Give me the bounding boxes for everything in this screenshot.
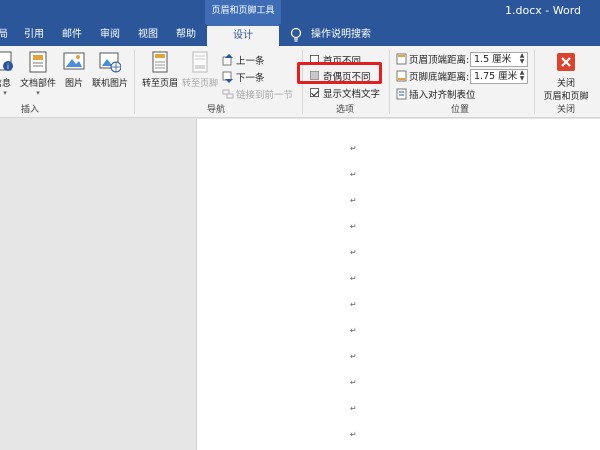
divider xyxy=(534,50,535,114)
header-position-icon xyxy=(396,53,407,65)
paragraph-mark: ↵ xyxy=(350,248,357,257)
footer-from-bottom-row: 页脚底端距离: xyxy=(396,68,469,84)
svg-text:i: i xyxy=(7,63,9,71)
paragraph-mark: ↵ xyxy=(350,404,357,413)
online-picture-icon xyxy=(99,52,121,73)
ribbon-tabs: 局 引用 邮件 审阅 视图 帮助 设计 操作说明搜索 xyxy=(0,24,600,46)
doc-info-icon: i xyxy=(0,51,13,71)
tab-view[interactable]: 视图 xyxy=(138,24,158,46)
tab-design[interactable]: 设计 xyxy=(207,24,279,46)
divider xyxy=(134,50,135,114)
picture-icon xyxy=(63,52,85,70)
tell-me-search[interactable]: 操作说明搜索 xyxy=(311,24,371,46)
next-icon xyxy=(222,71,233,83)
tab-review[interactable]: 审阅 xyxy=(100,24,120,46)
group-label-options: 选项 xyxy=(335,105,354,115)
goto-footer-button[interactable]: 转至页脚 xyxy=(180,50,220,89)
paragraph-mark: ↵ xyxy=(350,144,357,153)
pictures-button[interactable]: 图片 xyxy=(62,50,86,89)
paragraph-mark: ↵ xyxy=(350,326,357,335)
paragraph-mark: ↵ xyxy=(350,300,357,309)
paragraph-mark: ↵ xyxy=(350,196,357,205)
alignment-tab-icon xyxy=(396,88,407,99)
insert-alignment-tab-button[interactable]: 插入对齐制表位 xyxy=(396,86,476,101)
group-label-close: 关闭 xyxy=(556,105,575,115)
paragraph-mark: ↵ xyxy=(350,274,357,283)
paragraph-mark: ↵ xyxy=(350,430,357,439)
lightbulb-icon xyxy=(290,27,302,42)
tab-mailings[interactable]: 邮件 xyxy=(62,24,82,46)
link-to-previous-button[interactable]: 链接到前一节 xyxy=(222,86,293,101)
checkbox-box xyxy=(310,88,319,97)
paragraph-mark: ↵ xyxy=(350,170,357,179)
online-pictures-button[interactable]: 联机图片 xyxy=(90,50,130,89)
close-icon xyxy=(557,53,575,71)
context-group-label: 页眉和页脚工具 xyxy=(205,0,281,24)
tab-help[interactable]: 帮助 xyxy=(176,24,196,46)
document-title: 1.docx - Word xyxy=(505,4,582,17)
quick-parts-icon xyxy=(29,51,47,73)
quick-parts-button[interactable]: 文档部件 ▾ xyxy=(18,50,58,97)
group-label-insert: 插入 xyxy=(20,105,39,115)
close-header-footer-button[interactable]: 关闭 页眉和页脚 xyxy=(538,50,594,102)
doc-info-button[interactable]: i 信息 ▾ xyxy=(0,50,16,97)
link-icon xyxy=(222,89,234,98)
header-from-top-row: 页眉顶端距离: xyxy=(396,51,469,67)
footer-position-icon xyxy=(396,70,407,82)
group-label-navigation: 导航 xyxy=(206,105,225,115)
paragraph-mark: ↵ xyxy=(350,352,357,361)
gray-canvas xyxy=(0,119,196,450)
spin-arrows[interactable]: ▲ ▼ xyxy=(518,53,526,66)
spin-arrows[interactable]: ▲ ▼ xyxy=(518,70,526,83)
header-from-top-input[interactable]: 1.5 厘米 ▲ ▼ xyxy=(470,52,528,67)
next-button[interactable]: 下一条 xyxy=(222,69,265,84)
tab-references[interactable]: 引用 xyxy=(24,24,44,46)
goto-header-button[interactable]: 转至页眉 xyxy=(140,50,180,89)
title-bar: 页眉和页脚工具 1.docx - Word xyxy=(0,0,600,24)
previous-button[interactable]: 上一条 xyxy=(222,52,265,67)
highlight-box xyxy=(297,62,382,84)
paragraph-mark: ↵ xyxy=(350,378,357,387)
divider xyxy=(389,50,390,114)
tab-layout[interactable]: 局 xyxy=(0,24,8,46)
paragraph-mark: ↵ xyxy=(350,222,357,231)
goto-header-icon xyxy=(152,51,168,73)
previous-icon xyxy=(222,53,233,65)
show-document-text-checkbox[interactable]: 显示文档文字 xyxy=(310,85,380,100)
footer-from-bottom-input[interactable]: 1.75 厘米 ▲ ▼ xyxy=(470,69,528,84)
goto-footer-icon xyxy=(192,51,208,73)
document-page[interactable]: ↵ ↵ ↵ ↵ ↵ ↵ ↵ ↵ ↵ ↵ ↵ ↵ xyxy=(196,119,600,450)
group-label-position: 位置 xyxy=(450,105,469,115)
